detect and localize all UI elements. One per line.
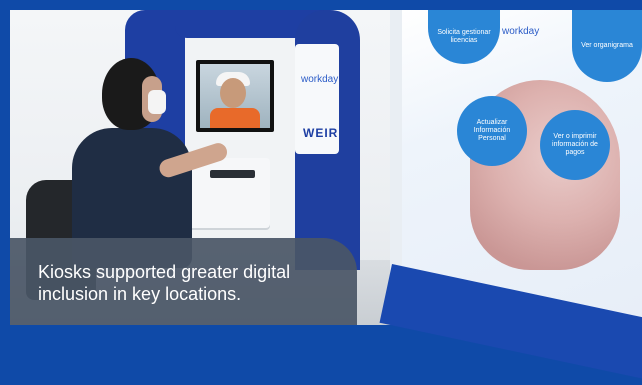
image-frame: workday WEIR Solicita gestionar licencia…	[0, 0, 642, 385]
keyboard	[210, 170, 255, 178]
poster-bubble-text: Ver organigrama	[581, 42, 633, 49]
video-call-screen	[200, 64, 270, 128]
poster-workday-logo: workday	[502, 26, 540, 37]
video-caller-face	[220, 78, 246, 108]
monitor	[196, 60, 274, 132]
weir-logo: WEIR	[303, 126, 339, 140]
poster-bubble-pagos: Ver o imprimir información de pagos	[540, 110, 610, 180]
poster-bubble-text: Ver o imprimir información de pagos	[552, 133, 598, 156]
poster-bubble-text: Solicita gestionar licencias	[437, 29, 491, 44]
workday-logo: workday	[301, 74, 339, 85]
kiosk-logo-panel: workday WEIR	[295, 44, 339, 154]
face-mask	[148, 90, 166, 114]
poster-bubble-text: Actualizar Información Personal	[473, 119, 511, 142]
poster-bubble-actualizar: Actualizar Información Personal	[457, 96, 527, 166]
safety-vest	[210, 108, 260, 128]
caption-text: Kiosks supported greater digital inclusi…	[38, 262, 291, 304]
poster-bubble-organigrama: Ver organigrama	[572, 10, 642, 82]
